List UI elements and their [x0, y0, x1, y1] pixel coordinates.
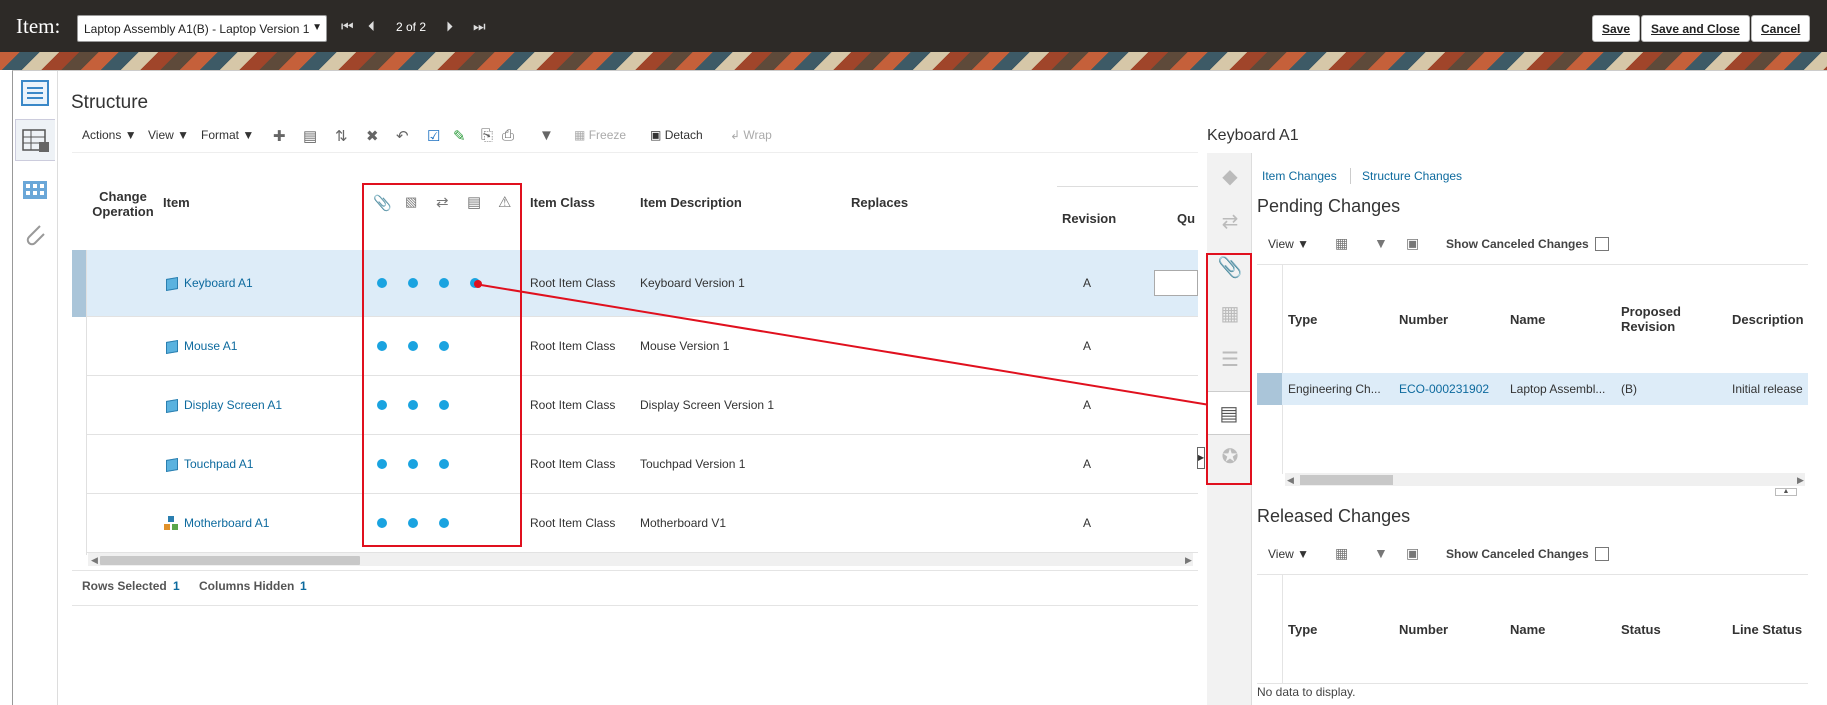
filter-icon[interactable]: ▼ — [1374, 545, 1388, 561]
column-header-status[interactable]: Status — [1621, 622, 1661, 637]
tab-divider — [1350, 168, 1351, 184]
freeze-icon[interactable]: ▦ — [1335, 545, 1348, 562]
change-name-cell: Laptop Assembl... — [1510, 382, 1606, 396]
detail-title: Keyboard A1 — [1207, 127, 1299, 144]
tab-item-changes[interactable]: Item Changes — [1262, 169, 1337, 183]
detach-icon[interactable]: ▣ — [1406, 235, 1419, 252]
column-header-type[interactable]: Type — [1288, 312, 1317, 327]
collapse-icon[interactable]: ▲ — [1775, 488, 1797, 496]
highlight-box-side-rail — [1206, 253, 1252, 485]
column-header-line-status[interactable]: Line Status — [1732, 622, 1802, 637]
column-header-number[interactable]: Number — [1399, 622, 1448, 637]
show-canceled-checkbox[interactable] — [1595, 547, 1609, 561]
tab-structure-changes[interactable]: Structure Changes — [1362, 169, 1462, 183]
freeze-icon[interactable]: ▦ — [1335, 235, 1348, 252]
released-changes-title: Released Changes — [1257, 506, 1411, 526]
column-header-name[interactable]: Name — [1510, 622, 1545, 637]
view-label: View — [1268, 547, 1294, 561]
column-header-type[interactable]: Type — [1288, 622, 1317, 637]
column-header-number[interactable]: Number — [1399, 312, 1448, 327]
chevron-down-icon: ▼ — [1297, 547, 1310, 561]
change-type-cell: Engineering Ch... — [1288, 382, 1381, 396]
released-grid-bottom — [1257, 683, 1808, 684]
scroll-left-icon[interactable]: ◀ — [1287, 475, 1294, 486]
change-number-link[interactable]: ECO-000231902 — [1399, 382, 1489, 396]
show-canceled-checkbox[interactable] — [1595, 237, 1609, 251]
proposed-revision-cell: (B) — [1621, 382, 1637, 396]
column-header-description[interactable]: Description — [1732, 312, 1804, 327]
column-header-name[interactable]: Name — [1510, 312, 1545, 327]
filter-icon[interactable]: ▼ — [1374, 235, 1388, 251]
tag-icon[interactable]: ◆ — [1217, 163, 1243, 189]
row-selector[interactable] — [1257, 373, 1282, 405]
pending-grid-top — [1257, 264, 1808, 265]
released-grid-left — [1282, 574, 1283, 684]
change-description-cell: Initial release — [1732, 382, 1803, 396]
empty-message: No data to display. — [1257, 685, 1356, 699]
chevron-down-icon: ▼ — [1297, 237, 1310, 251]
show-canceled-label: Show Canceled Changes — [1446, 237, 1589, 251]
view-label: View — [1268, 237, 1294, 251]
detach-icon[interactable]: ▣ — [1406, 545, 1419, 562]
annotation-arrow — [474, 280, 1229, 409]
pending-scrollbar-thumb[interactable] — [1300, 475, 1393, 485]
pending-changes-title: Pending Changes — [1257, 196, 1401, 216]
released-view-menu[interactable]: View ▼ — [1268, 547, 1309, 561]
released-grid-top — [1257, 574, 1808, 575]
pending-grid-left — [1282, 264, 1283, 474]
show-canceled-label: Show Canceled Changes — [1446, 547, 1589, 561]
pending-view-menu[interactable]: View ▼ — [1268, 237, 1309, 251]
column-header-proposed-revision[interactable]: Proposed Revision — [1621, 304, 1701, 334]
scroll-right-icon[interactable]: ▶ — [1797, 475, 1804, 486]
swap-icon[interactable]: ⇄ — [1217, 208, 1243, 234]
